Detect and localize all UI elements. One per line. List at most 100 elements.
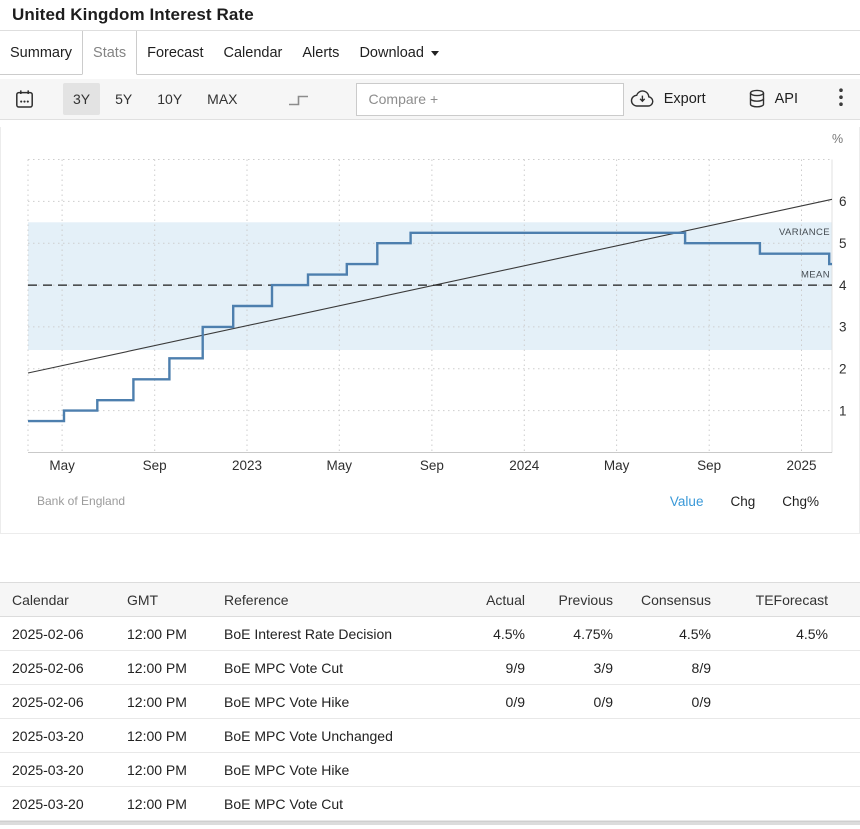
cell-teforecast bbox=[724, 651, 860, 685]
cell-previous bbox=[538, 787, 626, 821]
table-row[interactable]: 2025-03-2012:00 PMBoE MPC Vote Hike bbox=[0, 753, 860, 787]
table-header-row: CalendarGMTReferenceActualPreviousConsen… bbox=[0, 583, 860, 617]
x-tick-label: 2025 bbox=[786, 458, 816, 473]
cell-actual: 4.5% bbox=[462, 617, 538, 651]
y-tick-label: 4 bbox=[839, 278, 847, 293]
x-tick-label: May bbox=[327, 458, 353, 473]
cell-actual: 9/9 bbox=[462, 651, 538, 685]
cell-previous: 3/9 bbox=[538, 651, 626, 685]
toolbar-right-group: Export API bbox=[630, 85, 848, 113]
y-tick-label: 1 bbox=[839, 403, 847, 418]
range-10y-button[interactable]: 10Y bbox=[147, 83, 192, 115]
tab-label: Stats bbox=[93, 45, 126, 61]
y-tick-label: 6 bbox=[839, 194, 847, 209]
table-row[interactable]: 2025-02-0612:00 PMBoE MPC Vote Cut9/93/9… bbox=[0, 651, 860, 685]
kebab-menu-icon bbox=[838, 87, 844, 108]
cell-calendar: 2025-03-20 bbox=[0, 787, 115, 821]
cell-actual bbox=[462, 719, 538, 753]
cell-gmt: 12:00 PM bbox=[115, 651, 212, 685]
more-options-button[interactable] bbox=[834, 85, 848, 113]
date-range-calendar-button[interactable] bbox=[12, 87, 37, 112]
column-header-teforecast: TEForecast bbox=[724, 583, 860, 617]
cell-actual bbox=[462, 753, 538, 787]
compare-input[interactable] bbox=[356, 83, 624, 116]
tab-forecast[interactable]: Forecast bbox=[137, 31, 213, 74]
range-selector: 3Y5Y10YMAX bbox=[63, 83, 253, 115]
table-body: 2025-02-0612:00 PMBoE Interest Rate Deci… bbox=[0, 617, 860, 821]
chart-footer: Bank of England ValueChgChg% bbox=[37, 487, 819, 515]
column-header-consensus: Consensus bbox=[626, 583, 724, 617]
table-row[interactable]: 2025-03-2012:00 PMBoE MPC Vote Unchanged bbox=[0, 719, 860, 753]
tab-label: Alerts bbox=[302, 45, 339, 61]
y-axis-unit-label: % bbox=[832, 132, 843, 146]
cell-consensus bbox=[626, 753, 724, 787]
cell-reference: BoE MPC Vote Cut bbox=[212, 787, 462, 821]
cell-previous bbox=[538, 753, 626, 787]
y-tick-label: 5 bbox=[839, 236, 847, 251]
table-row[interactable]: 2025-03-2012:00 PMBoE MPC Vote Cut bbox=[0, 787, 860, 821]
x-tick-label: May bbox=[604, 458, 630, 473]
cell-teforecast bbox=[724, 753, 860, 787]
range-5y-button[interactable]: 5Y bbox=[105, 83, 142, 115]
column-header-previous: Previous bbox=[538, 583, 626, 617]
cell-reference: BoE MPC Vote Hike bbox=[212, 753, 462, 787]
mean-label: MEAN bbox=[801, 270, 830, 281]
variance-label: VARIANCE bbox=[779, 227, 830, 238]
cell-consensus bbox=[626, 719, 724, 753]
interest-rate-chart[interactable]: MaySep2023MaySep2024MaySep2025123456%VAR… bbox=[0, 127, 860, 534]
cloud-download-icon bbox=[630, 90, 655, 108]
cell-teforecast bbox=[724, 685, 860, 719]
cell-teforecast: 4.5% bbox=[724, 617, 860, 651]
cell-calendar: 2025-03-20 bbox=[0, 753, 115, 787]
x-tick-label: 2023 bbox=[232, 458, 262, 473]
cell-gmt: 12:00 PM bbox=[115, 685, 212, 719]
page-header: United Kingdom Interest Rate bbox=[0, 0, 860, 31]
cell-gmt: 12:00 PM bbox=[115, 719, 212, 753]
cell-reference: BoE MPC Vote Unchanged bbox=[212, 719, 462, 753]
cell-calendar: 2025-03-20 bbox=[0, 719, 115, 753]
range-3y-button[interactable]: 3Y bbox=[63, 83, 100, 115]
cell-consensus: 8/9 bbox=[626, 651, 724, 685]
tab-stats[interactable]: Stats bbox=[82, 31, 137, 75]
mode-chg-button[interactable]: Chg% bbox=[782, 494, 819, 509]
mode-chg-button[interactable]: Chg bbox=[730, 494, 755, 509]
cell-consensus: 4.5% bbox=[626, 617, 724, 651]
api-button[interactable]: API bbox=[748, 89, 798, 109]
tab-alerts[interactable]: Alerts bbox=[292, 31, 349, 74]
cell-reference: BoE MPC Vote Hike bbox=[212, 685, 462, 719]
api-label: API bbox=[775, 91, 798, 107]
cell-actual bbox=[462, 787, 538, 821]
tab-summary[interactable]: Summary bbox=[0, 31, 82, 74]
table-row[interactable]: 2025-02-0612:00 PMBoE MPC Vote Hike0/90/… bbox=[0, 685, 860, 719]
y-tick-label: 2 bbox=[839, 362, 847, 377]
chart-toolbar: 3Y5Y10YMAX Export API bbox=[0, 79, 860, 120]
mode-value-button[interactable]: Value bbox=[670, 494, 704, 509]
x-tick-label: 2024 bbox=[509, 458, 540, 473]
chart-type-button[interactable] bbox=[285, 88, 312, 110]
range-max-button[interactable]: MAX bbox=[197, 83, 247, 115]
chart-mode-switcher: Value Chg Chg% bbox=[670, 494, 819, 509]
export-button[interactable]: Export bbox=[630, 90, 706, 108]
cell-consensus: 0/9 bbox=[626, 685, 724, 719]
column-header-gmt: GMT bbox=[115, 583, 212, 617]
cell-reference: BoE MPC Vote Cut bbox=[212, 651, 462, 685]
column-header-actual: Actual bbox=[462, 583, 538, 617]
table-row[interactable]: 2025-02-0612:00 PMBoE Interest Rate Deci… bbox=[0, 617, 860, 651]
cell-gmt: 12:00 PM bbox=[115, 753, 212, 787]
x-tick-label: Sep bbox=[143, 458, 167, 473]
cell-teforecast bbox=[724, 719, 860, 753]
cell-actual: 0/9 bbox=[462, 685, 538, 719]
cell-teforecast bbox=[724, 787, 860, 821]
tab-label: Download bbox=[359, 45, 424, 61]
cell-calendar: 2025-02-06 bbox=[0, 685, 115, 719]
cell-reference: BoE Interest Rate Decision bbox=[212, 617, 462, 651]
chevron-down-icon bbox=[431, 51, 439, 56]
tab-calendar[interactable]: Calendar bbox=[214, 31, 293, 74]
y-tick-label: 3 bbox=[839, 320, 847, 335]
tab-label: Calendar bbox=[224, 45, 283, 61]
cell-previous: 4.75% bbox=[538, 617, 626, 651]
tab-download[interactable]: Download bbox=[349, 31, 449, 74]
column-header-calendar: Calendar bbox=[0, 583, 115, 617]
tab-bar: Summary Stats Forecast Calendar Alerts Downlo… bbox=[0, 31, 860, 75]
cell-previous bbox=[538, 719, 626, 753]
